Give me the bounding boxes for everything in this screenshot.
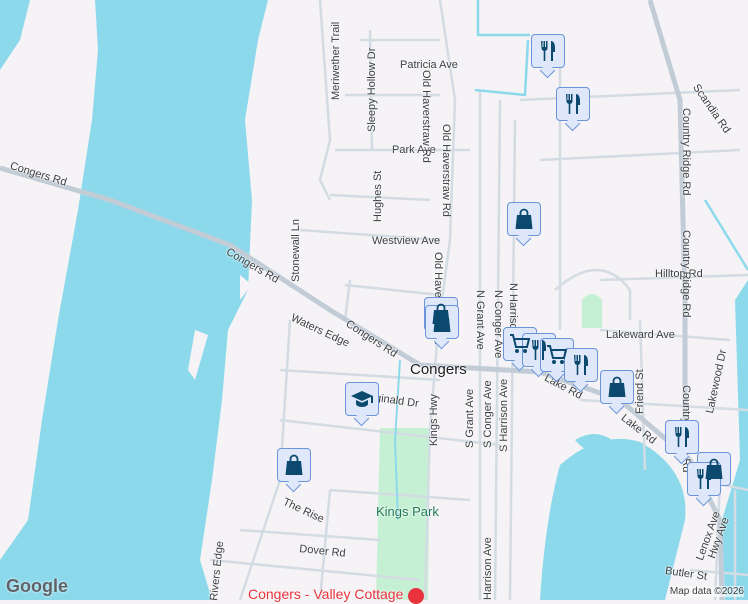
road-label: Hughes St (372, 170, 384, 222)
road-label: Westview Ave (372, 235, 441, 247)
shopping-bag-icon (515, 208, 533, 229)
restaurant-icon (675, 427, 689, 447)
marker-restaurant[interactable] (665, 420, 699, 454)
shopping-bag-icon (285, 454, 303, 475)
marker-shopping-bag[interactable] (277, 448, 311, 482)
marker-restaurant[interactable] (687, 462, 721, 496)
road-label: Old Haverstraw Rd (420, 70, 432, 163)
road-label: N Grant Ave (474, 290, 486, 350)
restaurant-icon (574, 355, 588, 375)
marker-education[interactable] (345, 382, 379, 416)
google-logo: Google (6, 576, 68, 596)
road-label: Harrison Ave (482, 537, 494, 600)
road-label: Sleepy Hollow Dr (366, 47, 378, 132)
road-label: Country Ridge Rd (680, 230, 692, 318)
marker-restaurant[interactable] (564, 348, 598, 382)
restaurant-icon (566, 94, 580, 114)
shopping-bag-icon (608, 376, 626, 397)
cart-icon (547, 345, 568, 364)
town-label: Congers (410, 361, 467, 378)
marker-shopping-bag[interactable] (600, 370, 634, 404)
map-attribution[interactable]: Map data ©2026 (669, 586, 744, 597)
restaurant-icon (697, 469, 711, 489)
road-label: Stonewall Ln (290, 219, 302, 282)
marker-restaurant[interactable] (556, 87, 590, 121)
park-small (582, 294, 602, 328)
marker-restaurant[interactable] (531, 34, 565, 68)
education-icon (351, 391, 373, 407)
road-label: Kings Hwy (428, 394, 440, 446)
marker-shopping-bag[interactable] (425, 305, 459, 339)
restaurant-icon (541, 41, 555, 61)
shopping-bag-icon (433, 311, 451, 332)
road-label: Friend St (634, 369, 646, 414)
road-label: S Grant Ave (464, 388, 476, 448)
marker-shopping-bag[interactable] (507, 202, 541, 236)
poi-pin-icon[interactable] (408, 588, 424, 604)
park-label[interactable]: Kings Park (376, 504, 439, 519)
road-label: Country Ridge Rd (680, 108, 692, 196)
road-label: Old Haverstraw Rd (440, 124, 452, 217)
road-label: Hilltop Rd (655, 268, 703, 280)
road-label: Lakeward Ave (606, 329, 675, 341)
road-label: S Harrison Ave (498, 378, 510, 452)
road-label: S Conger Ave (482, 380, 494, 448)
road-label: Meriwether Trail (330, 21, 342, 100)
